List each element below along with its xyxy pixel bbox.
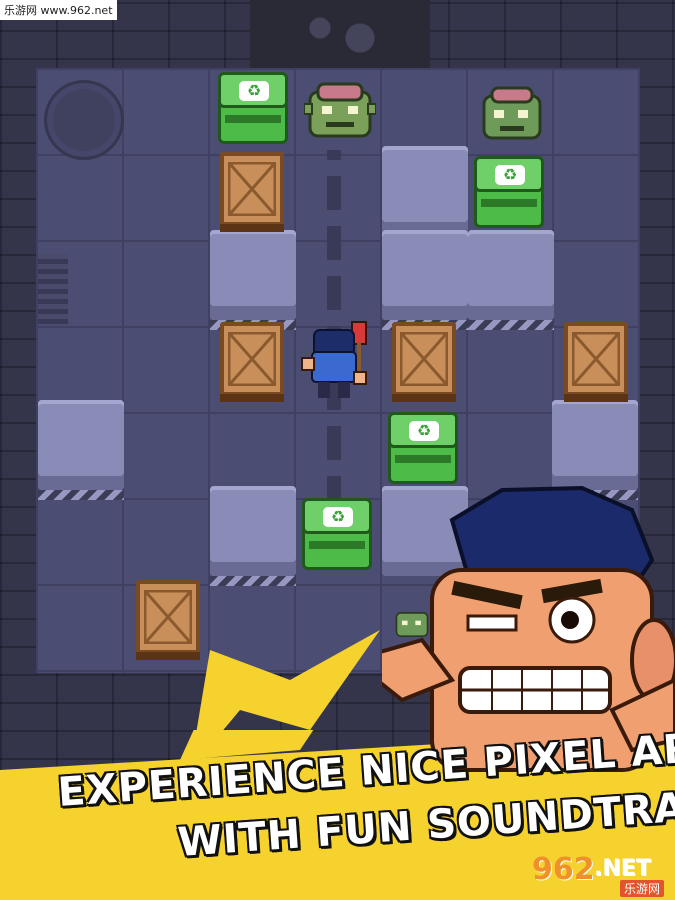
- player-character[interactable]: [300, 318, 380, 408]
- stone-block[interactable]: [38, 400, 124, 500]
- recycle-icon: ♻: [323, 507, 353, 527]
- watermark-suffix: .NET: [594, 856, 651, 881]
- watermark-logo: 962 .NET 乐游网: [528, 852, 668, 897]
- hazard-stripe: [210, 576, 296, 586]
- zombie-enemy[interactable]: [304, 78, 376, 146]
- floor-drain: [44, 80, 124, 160]
- stone-block[interactable]: [468, 230, 554, 330]
- wooden-crate[interactable]: [392, 322, 456, 402]
- bin-band: [481, 199, 537, 207]
- recycle-bin[interactable]: ♻: [218, 72, 288, 144]
- wooden-crate[interactable]: [564, 322, 628, 402]
- recycle-bin[interactable]: ♻: [302, 498, 372, 570]
- wooden-crate[interactable]: [220, 322, 284, 402]
- recycle-bin[interactable]: ♻: [388, 412, 458, 484]
- bin-band: [395, 455, 451, 463]
- recycle-icon: ♻: [409, 421, 439, 441]
- zombie-enemy[interactable]: [476, 82, 548, 150]
- watermark-digits: 962: [532, 852, 595, 887]
- wall-vent: [38, 254, 68, 324]
- stone-block[interactable]: [382, 230, 468, 330]
- bin-lid: ♻: [218, 72, 288, 108]
- bin-band: [309, 541, 365, 549]
- crate-icon: [400, 332, 448, 386]
- game-screen: ♻ ♻ ♻ ♻ EXPERIENCE NICE PIXEL ART WITH F…: [0, 0, 675, 900]
- crate-icon: [228, 332, 276, 386]
- crate-icon: [228, 162, 276, 216]
- bin-lid: ♻: [388, 412, 458, 448]
- watermark-sub: 乐游网: [619, 880, 664, 897]
- wooden-crate[interactable]: [220, 152, 284, 232]
- crate-icon: [572, 332, 620, 386]
- stone-block[interactable]: [552, 400, 638, 500]
- recycle-icon: ♻: [495, 165, 525, 185]
- stone-block[interactable]: [210, 486, 296, 586]
- recycle-icon: ♻: [239, 81, 269, 101]
- bin-lid: ♻: [302, 498, 372, 534]
- watermark-text: 乐游网 www.962.net: [0, 0, 117, 20]
- wall-graffiti: [250, 0, 430, 68]
- stone-block[interactable]: [382, 146, 468, 236]
- bin-lid: ♻: [474, 156, 544, 192]
- hazard-stripe: [468, 320, 554, 330]
- stone-block[interactable]: [210, 230, 296, 330]
- hazard-stripe: [38, 490, 124, 500]
- recycle-bin[interactable]: ♻: [474, 156, 544, 228]
- bin-band: [225, 115, 281, 123]
